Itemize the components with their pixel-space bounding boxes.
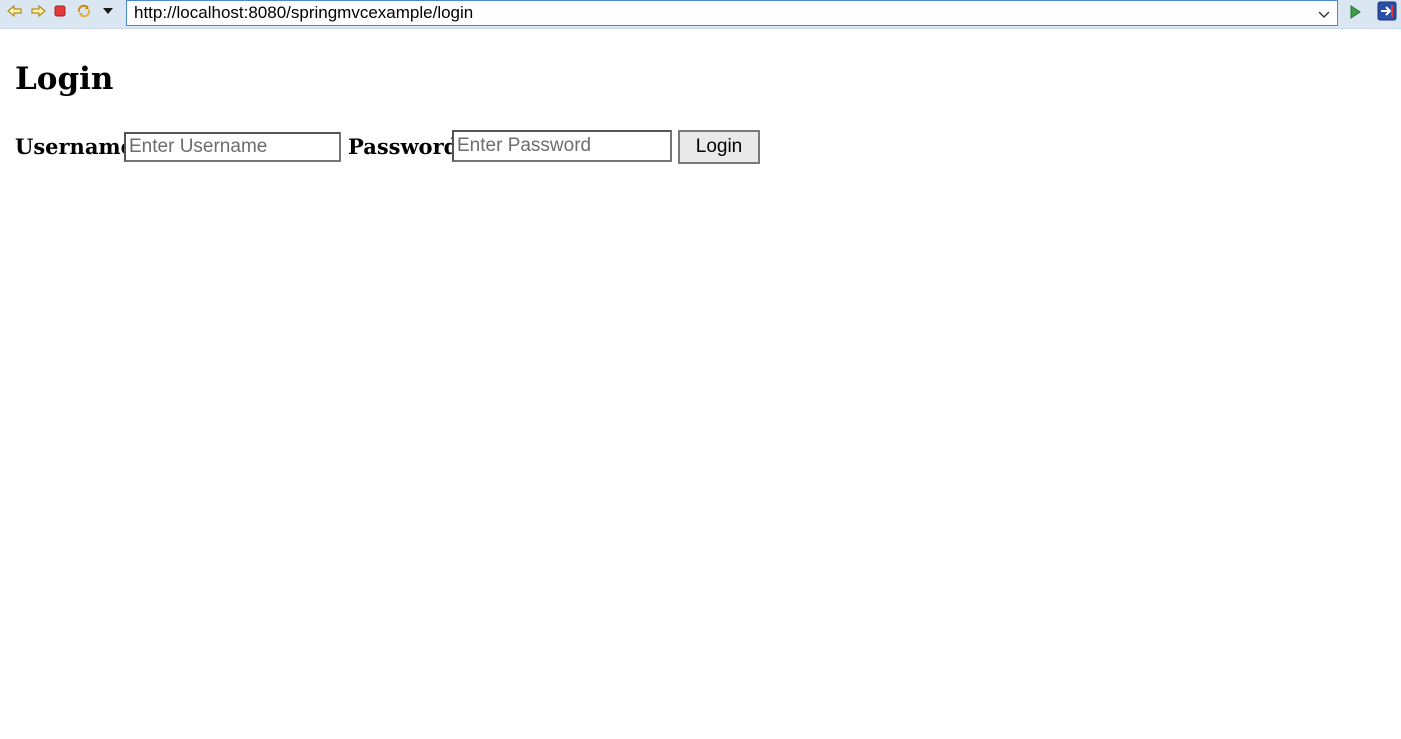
username-label: Username	[15, 134, 135, 159]
url-dropdown-icon[interactable]	[1317, 6, 1331, 20]
address-bar-url[interactable]: http://localhost:8080/springmvcexample/l…	[134, 3, 473, 23]
address-bar[interactable]: http://localhost:8080/springmvcexample/l…	[126, 0, 1338, 26]
history-dropdown-icon[interactable]	[99, 2, 117, 20]
password-label: Password	[348, 134, 459, 159]
forward-icon[interactable]	[29, 2, 47, 20]
refresh-icon[interactable]	[75, 2, 93, 20]
go-icon[interactable]	[1346, 3, 1364, 21]
page-content: Login Username Password Login	[0, 29, 1401, 739]
back-icon[interactable]	[6, 2, 24, 20]
page-title: Login	[15, 61, 114, 97]
stop-icon[interactable]	[51, 2, 69, 20]
open-external-icon[interactable]	[1377, 1, 1397, 21]
login-form: Username Password Login	[15, 130, 795, 164]
password-input[interactable]	[452, 130, 672, 162]
login-button[interactable]: Login	[678, 130, 760, 164]
browser-toolbar: http://localhost:8080/springmvcexample/l…	[0, 0, 1401, 29]
username-input[interactable]	[124, 132, 341, 162]
